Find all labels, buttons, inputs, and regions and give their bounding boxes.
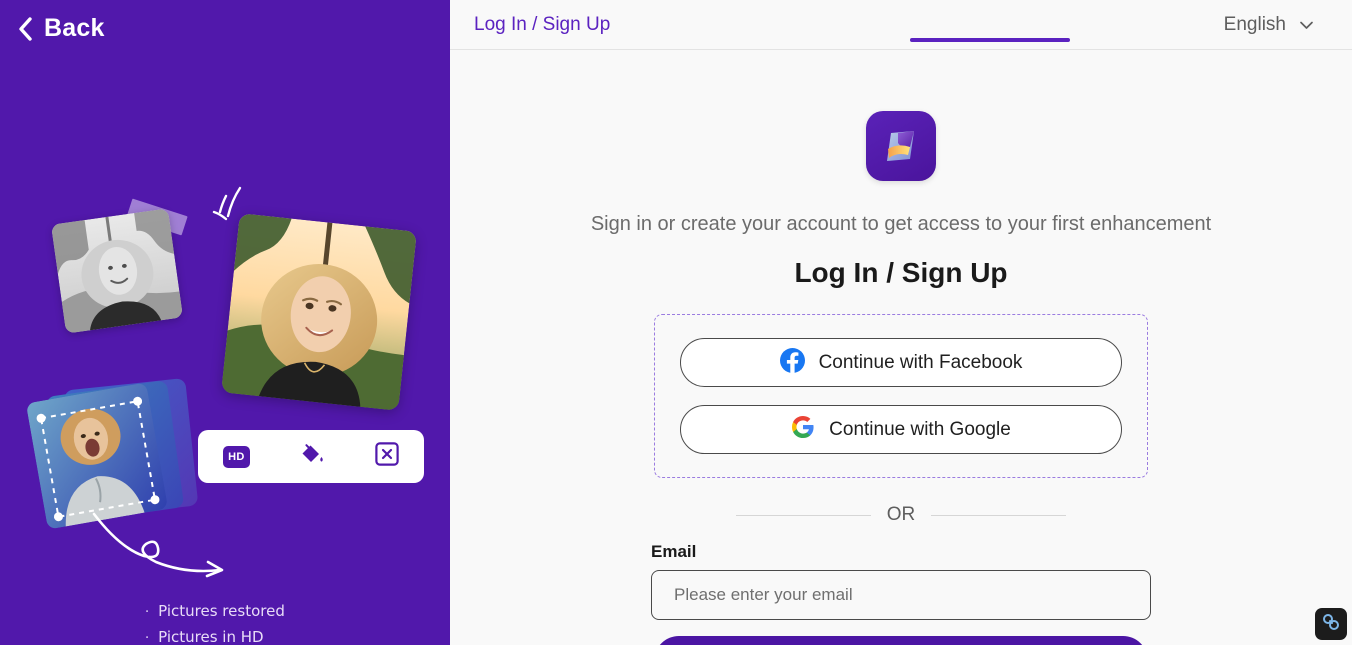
- chevron-down-icon: [1299, 20, 1314, 30]
- bullet-marker: ·: [145, 605, 150, 620]
- divider-line-left: [736, 514, 871, 516]
- social-button-label: Continue with Facebook: [818, 351, 1023, 373]
- social-button-label: Continue with Google: [829, 418, 1011, 440]
- bullet-text: Pictures in HD: [158, 628, 264, 645]
- email-label: Email: [651, 542, 697, 561]
- bullet-text: Pictures restored: [158, 602, 285, 620]
- divider-line-right: [931, 514, 1066, 516]
- back-label: Back: [44, 14, 105, 42]
- list-item: · Pictures in HD: [145, 625, 285, 645]
- auth-content: Sign in or create your account to get ac…: [450, 50, 1352, 645]
- after-photo-color: [221, 213, 417, 411]
- submit-button[interactable]: [654, 636, 1148, 645]
- facebook-icon: [779, 347, 805, 378]
- tab-label: Log In / Sign Up: [474, 14, 611, 35]
- divider-label: OR: [886, 504, 916, 525]
- continue-with-google-button[interactable]: Continue with Google: [680, 405, 1122, 454]
- editor-toolbar: HD: [198, 430, 424, 483]
- chain-link-icon: [1321, 612, 1341, 637]
- language-selector[interactable]: English: [1224, 0, 1314, 50]
- feature-bullets: · Pictures restored · Pictures in HD: [145, 599, 285, 645]
- chain-link-badge[interactable]: [1315, 608, 1347, 640]
- hd-icon[interactable]: HD: [222, 445, 250, 468]
- social-login-group: Continue with Facebook Continue with Goo…: [654, 314, 1148, 478]
- or-divider: OR: [736, 504, 1066, 526]
- close-square-icon[interactable]: [375, 442, 399, 471]
- language-label: English: [1223, 14, 1286, 35]
- bullet-marker: ·: [145, 631, 150, 645]
- back-button[interactable]: Back: [16, 14, 105, 43]
- before-photo-bw: [50, 208, 184, 334]
- promo-panel: Back HD · Pictures restored · Pictures i…: [0, 0, 450, 645]
- email-input[interactable]: [651, 570, 1151, 620]
- auth-panel: Log In / Sign Up English Sign in or crea…: [450, 0, 1352, 645]
- auth-subtitle: Sign in or create your account to get ac…: [590, 213, 1212, 235]
- app-logo-icon: [866, 111, 936, 181]
- page-title: Log In / Sign Up: [794, 257, 1008, 288]
- tab-active-indicator: [910, 38, 1070, 42]
- list-item: · Pictures restored: [145, 599, 285, 625]
- chevron-left-icon: [16, 16, 34, 42]
- continue-with-facebook-button[interactable]: Continue with Facebook: [680, 338, 1122, 387]
- login-screen: Back HD · Pictures restored · Pictures i…: [0, 0, 1352, 645]
- email-field-group: Email: [651, 542, 1151, 620]
- top-bar: Log In / Sign Up English: [450, 0, 1352, 50]
- tab-login-signup[interactable]: Log In / Sign Up: [460, 0, 624, 50]
- paint-bucket-icon[interactable]: [299, 442, 325, 471]
- google-icon: [791, 415, 815, 444]
